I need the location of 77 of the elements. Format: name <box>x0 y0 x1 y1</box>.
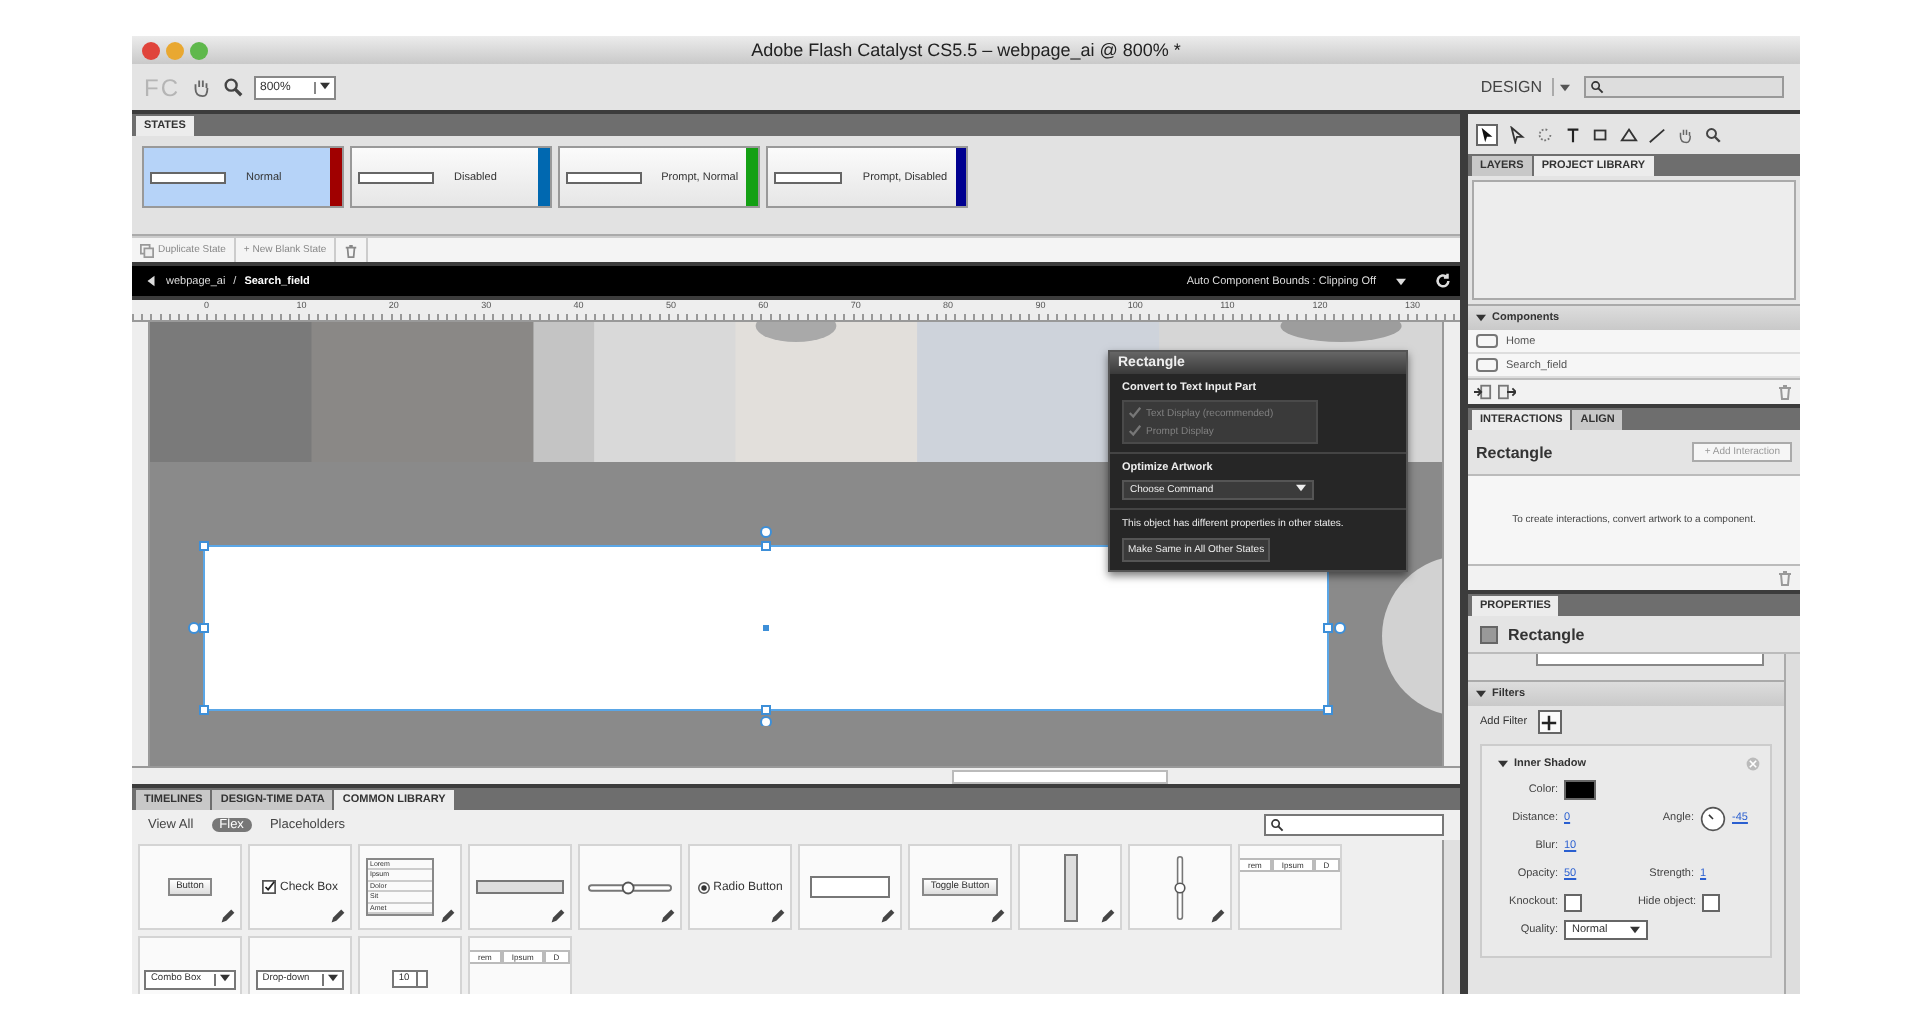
caret-icon <box>320 81 331 89</box>
export-icon[interactable] <box>1498 384 1516 400</box>
pencil-icon[interactable] <box>880 908 896 924</box>
pencil-icon[interactable] <box>220 908 236 924</box>
scrollbar-preview <box>476 880 564 894</box>
import-icon[interactable] <box>1474 384 1492 400</box>
color-swatch[interactable] <box>1564 780 1596 800</box>
hand-icon[interactable] <box>1676 125 1694 143</box>
pencil-icon[interactable] <box>770 908 786 924</box>
window-title: Adobe Flash Catalyst CS5.5 – webpage_ai @ 800% * <box>751 40 1181 60</box>
field-thumbnail <box>150 171 226 183</box>
hand-icon[interactable] <box>190 76 212 98</box>
pencil-icon[interactable] <box>660 908 676 924</box>
search-icon <box>1590 80 1604 94</box>
selection-handles[interactable] <box>188 526 1346 726</box>
trash-icon <box>344 243 359 257</box>
angle-dial[interactable] <box>1700 805 1726 831</box>
field-thumbnail <box>566 171 642 183</box>
vertical-scrollbar[interactable] <box>1442 840 1460 994</box>
refresh-icon[interactable] <box>1434 272 1452 290</box>
back-arrow-icon[interactable] <box>144 274 158 288</box>
horizontal-scrollbar[interactable] <box>132 766 1460 784</box>
rotate-tool-icon[interactable] <box>1536 125 1554 143</box>
component-icon <box>1476 358 1498 372</box>
zoom-icon[interactable] <box>1704 125 1722 143</box>
pencil-icon[interactable] <box>440 908 456 924</box>
vertical-scrollbar[interactable] <box>1784 654 1800 994</box>
field-thumbnail <box>774 171 843 183</box>
disclosure-triangle-icon[interactable] <box>1498 760 1508 768</box>
object-name: Rectangle <box>1508 625 1585 643</box>
selection-tool-icon[interactable] <box>1476 123 1498 145</box>
rectangle-shape[interactable] <box>203 545 1329 711</box>
plus-icon <box>1540 713 1559 731</box>
line-tool-icon[interactable] <box>1648 125 1666 143</box>
pencil-icon[interactable] <box>1210 908 1226 924</box>
component-tile[interactable] <box>578 844 682 930</box>
search-field[interactable] <box>1584 76 1784 98</box>
component-tile[interactable] <box>1128 844 1232 930</box>
trash-icon[interactable] <box>1776 384 1794 400</box>
pencil-icon[interactable] <box>550 908 566 924</box>
pencil-icon[interactable] <box>990 908 1006 924</box>
slider-preview <box>588 879 672 895</box>
text-input-preview <box>810 876 890 898</box>
component-tile[interactable] <box>798 844 902 930</box>
zoom-icon[interactable] <box>222 76 244 98</box>
radio-icon <box>697 881 710 893</box>
blend-mode-dropdown[interactable] <box>1536 654 1764 666</box>
add-filter-button[interactable] <box>1537 710 1562 734</box>
rectangle-tool-icon[interactable] <box>1592 125 1610 143</box>
pencil-icon[interactable] <box>1100 908 1116 924</box>
component-icon <box>1476 334 1498 348</box>
component-tile[interactable] <box>1018 844 1122 930</box>
duplicate-icon <box>140 243 154 257</box>
caret-icon <box>1296 484 1306 492</box>
caret-icon <box>219 973 230 981</box>
checkbox[interactable] <box>1564 893 1582 911</box>
field-thumbnail <box>358 171 434 183</box>
workspace-menu[interactable]: DESIGN <box>1480 78 1554 96</box>
pencil-icon[interactable] <box>330 908 346 924</box>
text-tool-icon[interactable] <box>1564 125 1582 143</box>
object-name: Rectangle <box>1476 443 1553 461</box>
disclosure-triangle-icon[interactable] <box>1476 314 1486 322</box>
trash-icon[interactable] <box>1776 570 1794 586</box>
rectangle-icon <box>1480 625 1498 643</box>
slider-preview <box>1172 855 1188 919</box>
caret-icon <box>327 973 338 981</box>
search-icon <box>1270 818 1284 832</box>
checkbox-icon <box>261 880 276 894</box>
disclosure-triangle-icon[interactable] <box>1476 690 1486 698</box>
library-search-field[interactable] <box>1264 814 1444 836</box>
component-tile[interactable] <box>468 844 572 930</box>
scrollbar-preview <box>1063 853 1077 921</box>
triangle-tool-icon[interactable] <box>1620 125 1638 143</box>
checkbox[interactable] <box>1702 893 1720 911</box>
direct-select-tool-icon[interactable] <box>1508 125 1526 143</box>
close-button[interactable] <box>142 41 160 59</box>
vertical-scrollbar[interactable] <box>1442 322 1460 766</box>
